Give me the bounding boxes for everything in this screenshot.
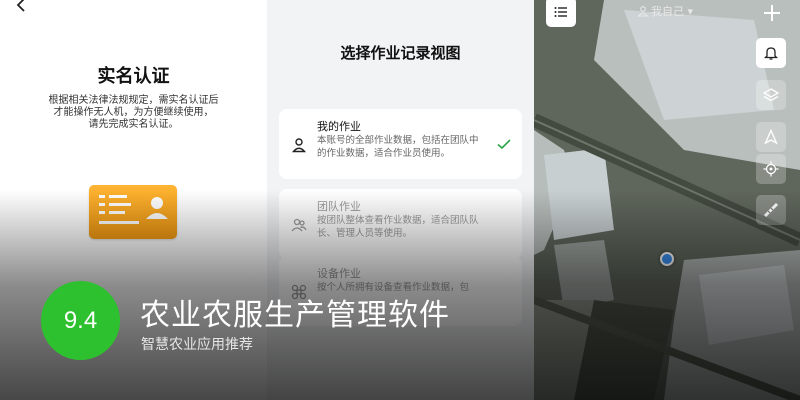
auth-description: 根据相关法律法规规定，需实名认证后 才能操作无人机，为方便继续使用， 请先完成实… — [48, 95, 219, 130]
map-panel: 我自己 ▾ — [534, 0, 800, 400]
chevron-left-icon[interactable] — [14, 0, 30, 14]
score-badge: 9.4 — [41, 281, 120, 360]
plus-icon[interactable] — [762, 3, 782, 23]
option-desc: 本账号的全部作业数据，包括在团队中的作业数据，适合作业员使用。 — [317, 135, 479, 159]
navigate-icon — [764, 129, 778, 145]
measure-button[interactable] — [756, 195, 786, 225]
page-title: 实名认证 — [97, 66, 170, 87]
id-card-icon — [89, 185, 177, 239]
option-team-jobs[interactable]: 团队作业 按团队整体查看作业数据，适合团队队长、管理人员等使用。 — [279, 189, 522, 259]
option-desc: 按团队整体查看作业数据，适合团队队长、管理人员等使用。 — [317, 215, 479, 239]
record-view-panel: 选择作业记录视图 我的作业 本账号的全部作业数据，包括在团队中的作业数据，适合作… — [267, 0, 534, 400]
navigate-button[interactable] — [756, 122, 786, 152]
locate-icon — [763, 161, 779, 177]
app-subtitle: 智慧农业应用推荐 — [141, 337, 253, 353]
bell-icon — [763, 47, 779, 60]
view-select-title: 选择作业记录视图 — [340, 44, 461, 62]
list-icon — [554, 7, 567, 17]
option-title: 设备作业 — [317, 267, 361, 280]
list-button[interactable] — [546, 0, 576, 27]
person-icon — [637, 6, 649, 17]
locate-button[interactable] — [756, 154, 786, 184]
option-title: 我的作业 — [317, 120, 361, 133]
option-my-jobs[interactable]: 我的作业 本账号的全部作业数据，包括在团队中的作业数据，适合作业员使用。 — [279, 109, 522, 179]
check-icon — [497, 139, 511, 150]
team-icon — [291, 218, 307, 232]
person-icon — [291, 138, 307, 153]
scope-selector[interactable]: 我自己 ▾ — [637, 3, 693, 19]
ruler-icon — [763, 202, 779, 218]
app-name: 农业农服生产管理软件 — [140, 298, 450, 333]
layers-button[interactable] — [756, 80, 786, 110]
option-title: 团队作业 — [317, 200, 361, 213]
notification-button[interactable] — [756, 38, 786, 68]
layers-icon — [763, 88, 779, 102]
scope-label: 我自己 ▾ — [651, 5, 694, 18]
current-location-marker — [660, 252, 674, 266]
